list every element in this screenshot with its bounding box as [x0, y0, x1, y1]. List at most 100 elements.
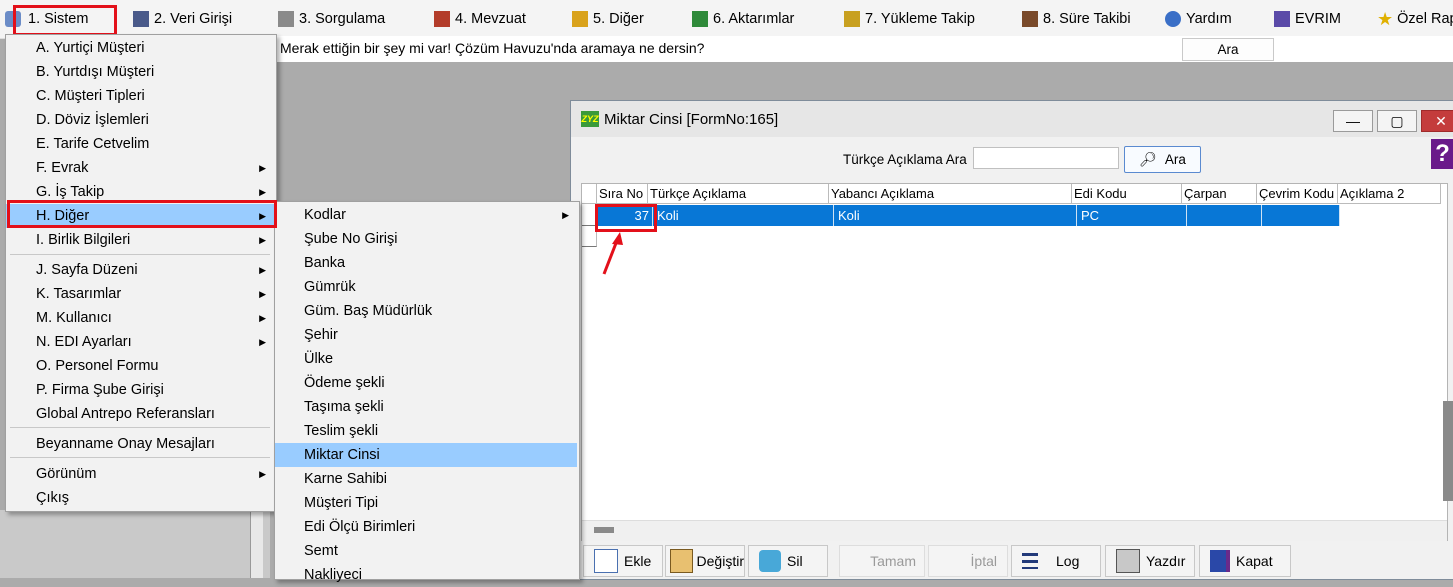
cell-carpan[interactable]: [1187, 205, 1262, 226]
menu-mevzuat[interactable]: 4. Mevzuat: [434, 0, 526, 38]
maximize-button[interactable]: ▢: [1377, 110, 1417, 132]
horizontal-scrollbar[interactable]: [582, 520, 1447, 541]
scroll-grip[interactable]: [594, 527, 614, 533]
search-input[interactable]: [973, 147, 1119, 169]
diger-submenu-item-9[interactable]: Teslim şekli: [275, 419, 577, 443]
yazdir-button[interactable]: Yazdır: [1105, 545, 1195, 577]
menu-yardim-label: Yardım: [1186, 11, 1232, 27]
sistem-menu-item-1[interactable]: B. Yurtdışı Müşteri: [6, 60, 274, 84]
list-icon: [1022, 553, 1038, 569]
sistem-menu-item-label: A. Yurtiçi Müşteri: [36, 40, 145, 56]
cell-cevrim[interactable]: [1262, 205, 1340, 226]
diger-submenu-item-6[interactable]: Ülke: [275, 347, 577, 371]
sistem-menu-item-9[interactable]: J. Sayfa Düzeni ▶: [6, 258, 274, 282]
degistir-label: Değiştir: [696, 553, 744, 569]
sistem-menu-item-10[interactable]: K. Tasarımlar ▶: [6, 282, 274, 306]
diger-submenu-item-label: Semt: [304, 543, 338, 559]
menu-sure-takibi[interactable]: 8. Süre Takibi: [1022, 0, 1131, 38]
diger-submenu-item-label: Edi Ölçü Birimleri: [304, 519, 416, 535]
diger-submenu-item-3[interactable]: Gümrük: [275, 275, 577, 299]
diger-submenu-item-12[interactable]: Müşteri Tipi: [275, 491, 577, 515]
row-highlight-box: [595, 204, 657, 232]
menu-diger[interactable]: 5. Diğer: [572, 0, 644, 38]
submenu-arrow-icon: ▶: [259, 469, 266, 479]
sistem-menu-item-label: M. Kullanıcı: [36, 310, 112, 326]
iptal-button[interactable]: İptal: [928, 545, 1008, 577]
help-search-input[interactable]: Merak ettiğin bir şey mi var! Çözüm Havu…: [280, 40, 704, 56]
cell-edi[interactable]: PC: [1077, 205, 1187, 226]
log-button[interactable]: Log: [1011, 545, 1101, 577]
diger-submenu-item-4[interactable]: Güm. Baş Müdürlük: [275, 299, 577, 323]
help-search-button[interactable]: Ara: [1182, 38, 1274, 61]
vertical-scrollbar[interactable]: [1443, 401, 1453, 501]
menu-ozel-rapor[interactable]: ★ Özel Rap: [1377, 0, 1453, 38]
sistem-menu-item-11[interactable]: M. Kullanıcı ▶: [6, 306, 274, 330]
diger-submenu-item-label: Güm. Baş Müdürlük: [304, 303, 433, 319]
diger-submenu-item-13[interactable]: Edi Ölçü Birimleri: [275, 515, 577, 539]
col-header-edi[interactable]: Edi Kodu: [1072, 184, 1182, 204]
diger-submenu-item-label: Şehir: [304, 327, 338, 343]
diger-submenu-item-10[interactable]: Miktar Cinsi: [275, 443, 577, 467]
minimize-button[interactable]: —: [1333, 110, 1373, 132]
sistem-menu-item-14[interactable]: P. Firma Şube Girişi: [6, 378, 274, 402]
sistem-menu-item-16[interactable]: Beyanname Onay Mesajları: [6, 432, 274, 456]
close-button[interactable]: ✕: [1421, 110, 1453, 132]
sil-label: Sil: [787, 553, 803, 569]
diger-submenu-item-14[interactable]: Semt: [275, 539, 577, 563]
col-header-turkce[interactable]: Türkçe Açıklama: [648, 184, 829, 204]
diger-submenu-item-7[interactable]: Ödeme şekli: [275, 371, 577, 395]
help-icon[interactable]: ?: [1431, 139, 1453, 169]
sistem-menu-item-label: P. Firma Şube Girişi: [36, 382, 164, 398]
menu-veri-girisi[interactable]: 2. Veri Girişi: [133, 0, 232, 38]
calendar-icon: [1022, 11, 1038, 27]
diger-submenu-item-5[interactable]: Şehir: [275, 323, 577, 347]
diger-submenu-item-15[interactable]: Nakliyeci: [275, 563, 577, 587]
sistem-menu-item-0[interactable]: A. Yurtiçi Müşteri: [6, 36, 274, 60]
col-header-carpan[interactable]: Çarpan: [1182, 184, 1257, 204]
menu-sure-takibi-label: 8. Süre Takibi: [1043, 11, 1131, 27]
diger-submenu-item-0[interactable]: Kodlar ▶: [275, 203, 577, 227]
menu-yukleme-takip[interactable]: 7. Yükleme Takip: [844, 0, 975, 38]
menu-sorgulama[interactable]: 3. Sorgulama: [278, 0, 385, 38]
sistem-menu-item-8[interactable]: I. Birlik Bilgileri ▶: [6, 228, 274, 252]
search-button[interactable]: 🔎︎ Ara: [1124, 146, 1201, 173]
sistem-menu-item-3[interactable]: D. Döviz İşlemleri: [6, 108, 274, 132]
diger-submenu: Kodlar ▶ Şube No Girişi Banka Gümrük Güm. Baş…: [274, 201, 580, 583]
sistem-menu-item-4[interactable]: E. Tarife Cetvelim: [6, 132, 274, 156]
diger-submenu-item-label: Ülke: [304, 351, 334, 367]
sistem-menu-item-17[interactable]: Görünüm ▶: [6, 462, 274, 486]
menu-evrim[interactable]: EVRIM: [1274, 0, 1341, 38]
sistem-menu-item-2[interactable]: C. Müşteri Tipleri: [6, 84, 274, 108]
tamam-button[interactable]: Tamam: [839, 545, 925, 577]
diger-submenu-item-8[interactable]: Taşıma şekli: [275, 395, 577, 419]
diger-submenu-item-label: Kodlar: [304, 207, 346, 223]
cell-yabanci[interactable]: Koli: [834, 205, 1077, 226]
sistem-menu-item-label: O. Personel Formu: [36, 358, 159, 374]
annotation-arrow: [602, 232, 623, 275]
col-header-aciklama2[interactable]: Açıklama 2: [1338, 184, 1441, 204]
sistem-menu-item-18[interactable]: Çıkış: [6, 486, 274, 510]
sistem-menu-item-13[interactable]: O. Personel Formu: [6, 354, 274, 378]
diger-submenu-item-1[interactable]: Şube No Girişi: [275, 227, 577, 251]
cell-turkce[interactable]: Koli: [653, 205, 834, 226]
menu-yardim[interactable]: Yardım: [1165, 0, 1232, 38]
window-titlebar[interactable]: ZYZ Miktar Cinsi [FormNo:165] — ▢ ✕: [571, 101, 1453, 137]
sil-button[interactable]: Sil: [748, 545, 828, 577]
ekle-button[interactable]: Ekle: [583, 545, 663, 577]
sistem-menu-item-5[interactable]: F. Evrak ▶: [6, 156, 274, 180]
sistem-menu-item-12[interactable]: N. EDI Ayarları ▶: [6, 330, 274, 354]
diger-submenu-item-2[interactable]: Banka: [275, 251, 577, 275]
miktar-cinsi-window: ZYZ Miktar Cinsi [FormNo:165] — ▢ ✕ ? Tü…: [570, 100, 1453, 580]
degistir-button[interactable]: Değiştir: [665, 545, 745, 577]
kapat-button[interactable]: Kapat: [1199, 545, 1291, 577]
sistem-menu-item-label: I. Birlik Bilgileri: [36, 232, 131, 248]
col-header-yabanci[interactable]: Yabancı Açıklama: [829, 184, 1072, 204]
col-header-cevrim[interactable]: Çevrim Kodu: [1257, 184, 1338, 204]
diger-submenu-item-11[interactable]: Karne Sahibi: [275, 467, 577, 491]
menu-aktarimlar[interactable]: 6. Aktarımlar: [692, 0, 794, 38]
sistem-menu-item-15[interactable]: Global Antrepo Referansları: [6, 402, 274, 426]
window-title: Miktar Cinsi [FormNo:165]: [604, 111, 779, 128]
col-header-sira-no[interactable]: Sıra No: [597, 184, 648, 204]
menu-aktarimlar-label: 6. Aktarımlar: [713, 11, 795, 27]
submenu-arrow-icon: ▶: [259, 235, 266, 245]
